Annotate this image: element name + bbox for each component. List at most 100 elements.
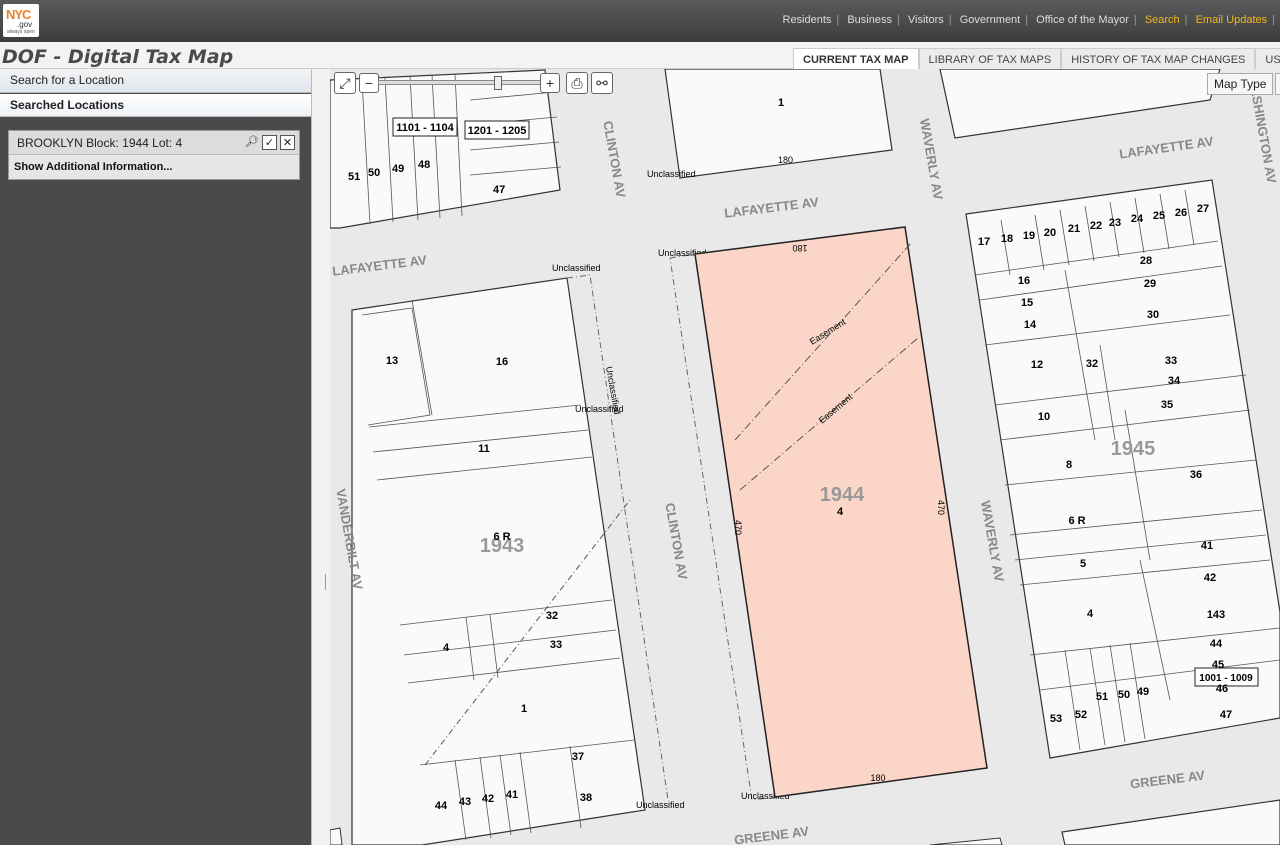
lot-15: 15 xyxy=(1021,297,1033,309)
lot-28: 28 xyxy=(1140,255,1152,267)
show-additional-info-link[interactable]: Show Additional Information... xyxy=(14,161,172,173)
zoom-slider-knob[interactable] xyxy=(494,76,502,90)
map-type-button[interactable]: Map Type xyxy=(1207,73,1274,95)
block-1944-number: 1944 xyxy=(820,484,865,506)
map-type-extra-button[interactable] xyxy=(1275,73,1280,95)
zoom-in-button[interactable]: + xyxy=(540,73,560,93)
lot-6-1945: 6 R xyxy=(1068,515,1085,527)
lot-6r: 6 R xyxy=(493,531,510,543)
zoom-slider[interactable] xyxy=(378,76,542,90)
result-actions: 🔎︎ ✓ ✕ xyxy=(244,135,295,150)
lot-49-1945: 49 xyxy=(1137,686,1149,698)
nav-residents[interactable]: Residents xyxy=(783,14,832,26)
lot-29: 29 xyxy=(1144,278,1156,290)
result-label: BROOKLYN Block: 1944 Lot: 4 xyxy=(17,136,183,150)
lot-8: 8 xyxy=(1066,459,1072,471)
lot-44-1943: 44 xyxy=(435,800,448,812)
lot-50: 50 xyxy=(368,167,380,179)
lot-32-1945: 32 xyxy=(1086,358,1098,370)
lot-52: 52 xyxy=(1075,709,1087,721)
nyc-gov-logo[interactable]: NYC .gov always open xyxy=(3,4,39,37)
lot-4-1945: 4 xyxy=(1087,608,1094,620)
dim-470-left: 470 xyxy=(733,520,743,535)
tab-overflow[interactable]: US xyxy=(1255,48,1280,70)
print-icon[interactable]: ⎙ xyxy=(566,72,588,94)
lot-35: 35 xyxy=(1161,399,1173,411)
logo-tagline: always open xyxy=(7,29,35,35)
nav-search[interactable]: Search xyxy=(1145,14,1180,26)
nav-visitors[interactable]: Visitors xyxy=(908,14,944,26)
lot-41: 41 xyxy=(506,789,518,801)
lot-50-1945: 50 xyxy=(1118,689,1130,701)
lot-34: 34 xyxy=(1168,375,1181,387)
binoculars-icon[interactable]: 🔎︎ xyxy=(244,135,259,150)
lot-27: 27 xyxy=(1197,203,1209,215)
lot-33: 33 xyxy=(550,639,562,651)
unclassified-label-5: Unclassified xyxy=(647,169,696,179)
fullscreen-button[interactable]: ⤢ xyxy=(334,72,356,94)
tax-map-canvas[interactable]: 1101 - 1104 1201 - 1205 51 50 49 48 47 1… xyxy=(330,69,1280,845)
lot-1-top: 1 xyxy=(778,97,784,109)
lot-16: 16 xyxy=(496,356,508,368)
lot-4-1943: 4 xyxy=(443,642,450,654)
unclassified-label-1: Unclassified xyxy=(552,263,601,273)
lot-26: 26 xyxy=(1175,207,1187,219)
nav-office-of-the-mayor[interactable]: Office of the Mayor xyxy=(1036,14,1129,26)
lot-38: 38 xyxy=(580,792,592,804)
lot-22: 22 xyxy=(1090,220,1102,232)
lot-1-1943: 1 xyxy=(521,703,527,715)
logo-gov: .gov xyxy=(17,20,33,29)
lot-51-1945: 51 xyxy=(1096,691,1108,703)
tab-current-tax-map[interactable]: CURRENT TAX MAP xyxy=(793,48,919,70)
sidebar-splitter[interactable] xyxy=(311,69,330,845)
splitter-grip[interactable] xyxy=(325,574,328,590)
lot-42: 42 xyxy=(1204,572,1216,584)
tax-map[interactable]: 1101 - 1104 1201 - 1205 51 50 49 48 47 1… xyxy=(330,69,1280,845)
lot-5: 5 xyxy=(1080,558,1086,570)
lot-18: 18 xyxy=(1001,233,1013,245)
lot-12: 12 xyxy=(1031,359,1043,371)
lot-20: 20 xyxy=(1044,227,1056,239)
lot-24: 24 xyxy=(1131,213,1144,225)
searched-locations-header[interactable]: Searched Locations xyxy=(0,94,325,117)
block-1945-number: 1945 xyxy=(1111,438,1156,460)
condo-label-1101: 1101 - 1104 xyxy=(396,122,454,134)
lot-25: 25 xyxy=(1153,210,1165,222)
searched-location-item: BROOKLYN Block: 1944 Lot: 4 🔎︎ ✓ ✕ Show … xyxy=(8,130,300,180)
nav-government[interactable]: Government xyxy=(960,14,1021,26)
lot-10: 10 xyxy=(1038,411,1050,423)
lot-17: 17 xyxy=(978,236,990,248)
lot-16-1945: 16 xyxy=(1018,275,1030,287)
lot-32: 32 xyxy=(546,610,558,622)
title-bar: DOF - Digital Tax Map CURRENT TAX MAP LI… xyxy=(0,42,1280,70)
lot-36: 36 xyxy=(1190,469,1202,481)
top-nav: Residents | Business | Visitors | Governmen… xyxy=(782,14,1276,26)
close-icon[interactable]: ✕ xyxy=(280,135,295,150)
dim-470-right: 470 xyxy=(936,500,946,515)
tab-history-of-tax-map-changes[interactable]: HISTORY OF TAX MAP CHANGES xyxy=(1061,48,1256,70)
lot-37: 37 xyxy=(572,751,584,763)
zoom-out-button[interactable]: − xyxy=(359,73,379,93)
lot-30: 30 xyxy=(1147,309,1159,321)
nav-business[interactable]: Business xyxy=(847,14,892,26)
lot-47: 47 xyxy=(1220,709,1232,721)
lot-49: 49 xyxy=(392,163,404,175)
dim-180-top: 180 xyxy=(778,155,793,165)
measure-icon[interactable]: ⚯ xyxy=(591,72,613,94)
lot-19: 19 xyxy=(1023,230,1035,242)
lot-11: 11 xyxy=(478,443,490,455)
check-icon[interactable]: ✓ xyxy=(262,135,277,150)
site-header: NYC .gov always open Residents | Business… xyxy=(0,0,1280,42)
search-for-location-header[interactable]: Search for a Location xyxy=(0,69,325,93)
lot-143: 143 xyxy=(1207,609,1225,621)
tab-library-of-tax-maps[interactable]: LIBRARY OF TAX MAPS xyxy=(918,48,1062,70)
lot-33-1945: 33 xyxy=(1165,355,1177,367)
dim-180-bottom: 180 xyxy=(870,773,885,783)
sidebar: Search for a Location Searched Locations xyxy=(0,69,325,845)
nav-email-updates[interactable]: Email Updates xyxy=(1196,14,1268,26)
unclassified-label-6: Unclassified xyxy=(636,800,685,810)
lot-4-1944: 4 xyxy=(837,506,844,518)
lot-14: 14 xyxy=(1024,319,1037,331)
lot-53: 53 xyxy=(1050,713,1062,725)
lot-48: 48 xyxy=(418,159,430,171)
